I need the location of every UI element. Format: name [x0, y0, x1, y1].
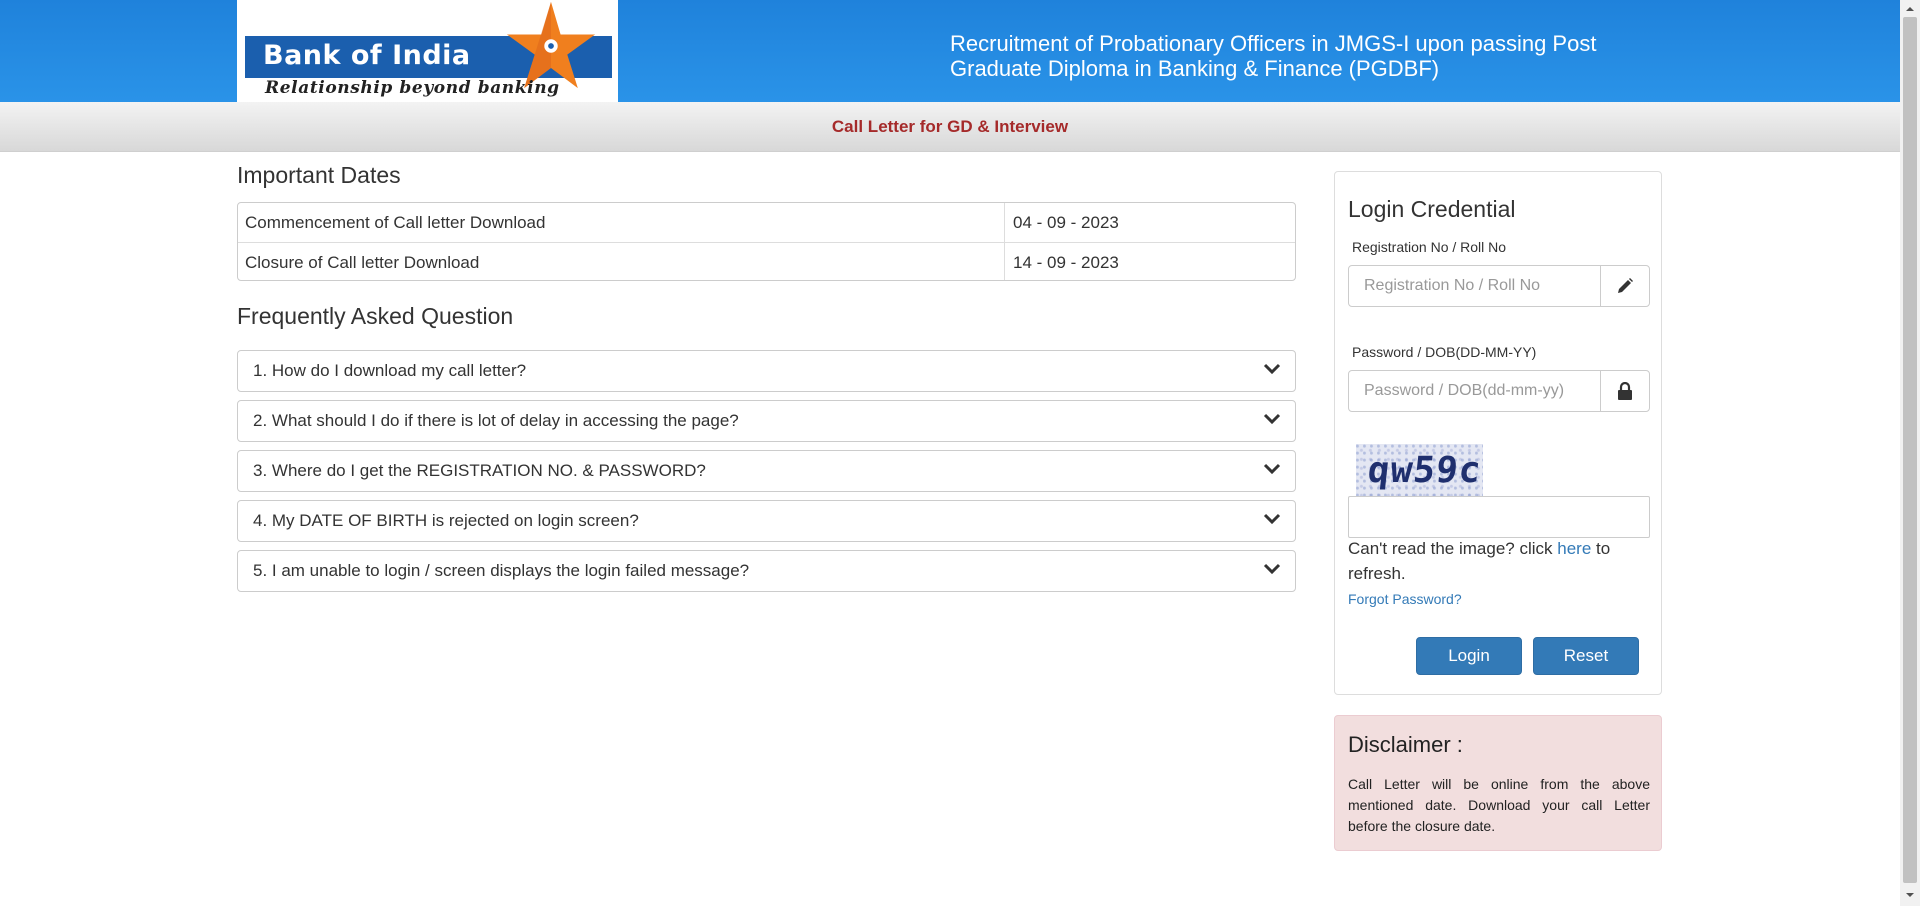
captcha-text: qw59c	[1365, 450, 1484, 491]
table-row: Closure of Call letter Download 14 - 09 …	[238, 242, 1295, 280]
captcha-input[interactable]	[1348, 496, 1650, 538]
faq-question: 1. How do I download my call letter?	[253, 361, 527, 380]
scroll-thumb[interactable]	[1903, 17, 1917, 883]
bank-logo[interactable]: Bank of India Relationship beyond bankin…	[237, 0, 618, 102]
refresh-note-before: Can't read the image? click	[1348, 539, 1558, 558]
password-input[interactable]	[1349, 371, 1601, 411]
important-dates-heading: Important Dates	[237, 162, 401, 188]
faq-question: 2. What should I do if there is lot of d…	[253, 411, 739, 430]
disclaimer-box: Disclaimer : Call Letter will be online …	[1334, 715, 1662, 851]
faq-heading: Frequently Asked Question	[237, 303, 514, 329]
cell-divider	[1004, 243, 1005, 280]
login-panel: Login Credential Registration No / Roll …	[1334, 171, 1662, 695]
lock-icon	[1618, 382, 1632, 400]
disclaimer-title: Disclaimer :	[1348, 732, 1463, 757]
faq-question: 4. My DATE OF BIRTH is rejected on login…	[253, 511, 639, 530]
faq-item-3[interactable]: 3. Where do I get the REGISTRATION NO. &…	[237, 450, 1296, 492]
faq-item-4[interactable]: 4. My DATE OF BIRTH is rejected on login…	[237, 500, 1296, 542]
chevron-down-icon	[1263, 413, 1281, 425]
registration-addon	[1600, 266, 1649, 306]
chevron-down-icon	[1263, 563, 1281, 575]
table-row: Commencement of Call letter Download 04 …	[238, 203, 1295, 242]
disclaimer-text: Call Letter will be online from the abov…	[1348, 776, 1650, 834]
chevron-down-icon	[1263, 363, 1281, 375]
captcha-refresh-note: Can't read the image? click here to refr…	[1348, 536, 1648, 586]
faq-item-5[interactable]: 5. I am unable to login / screen display…	[237, 550, 1296, 592]
login-button[interactable]: Login	[1416, 637, 1522, 675]
date-label: Commencement of Call letter Download	[245, 213, 546, 232]
logo-tagline: Relationship beyond banking	[265, 78, 560, 98]
faq-item-1[interactable]: 1. How do I download my call letter?	[237, 350, 1296, 392]
scroll-down-arrow-icon[interactable]	[1905, 890, 1915, 900]
scroll-up-arrow-icon[interactable]	[1905, 4, 1915, 14]
important-dates-table: Commencement of Call letter Download 04 …	[237, 202, 1296, 281]
date-label: Closure of Call letter Download	[245, 253, 480, 272]
date-value: 04 - 09 - 2023	[1013, 213, 1119, 232]
registration-label: Registration No / Roll No	[1352, 239, 1507, 255]
login-title: Login Credential	[1348, 196, 1516, 222]
cell-divider	[1004, 203, 1005, 242]
registration-input[interactable]	[1349, 266, 1601, 306]
reset-button[interactable]: Reset	[1533, 637, 1639, 675]
captcha-refresh-link[interactable]: here	[1557, 539, 1591, 558]
site-header: Bank of India Relationship beyond bankin…	[0, 0, 1900, 102]
vertical-scrollbar[interactable]	[1900, 0, 1920, 906]
registration-input-group	[1348, 265, 1650, 307]
password-input-group	[1348, 370, 1650, 412]
page: Bank of India Relationship beyond bankin…	[0, 0, 1920, 906]
recruitment-title: Recruitment of Probationary Officers in …	[950, 31, 1597, 81]
forgot-password-link[interactable]: Forgot Password?	[1348, 591, 1462, 607]
password-addon	[1600, 371, 1649, 411]
chevron-down-icon	[1263, 513, 1281, 525]
logo-bank-name: Bank of India	[263, 40, 471, 71]
chevron-down-icon	[1263, 463, 1281, 475]
call-letter-title: Call Letter for GD & Interview	[831, 117, 1069, 136]
faq-item-2[interactable]: 2. What should I do if there is lot of d…	[237, 400, 1296, 442]
pencil-icon	[1618, 278, 1633, 293]
password-label: Password / DOB(DD-MM-YY)	[1352, 344, 1537, 360]
faq-question: 3. Where do I get the REGISTRATION NO. &…	[253, 461, 706, 480]
captcha-image: qw59c	[1356, 444, 1484, 496]
sub-header-bar: Call Letter for GD & Interview	[0, 102, 1900, 152]
faq-question: 5. I am unable to login / screen display…	[253, 561, 750, 580]
date-value: 14 - 09 - 2023	[1013, 253, 1119, 272]
